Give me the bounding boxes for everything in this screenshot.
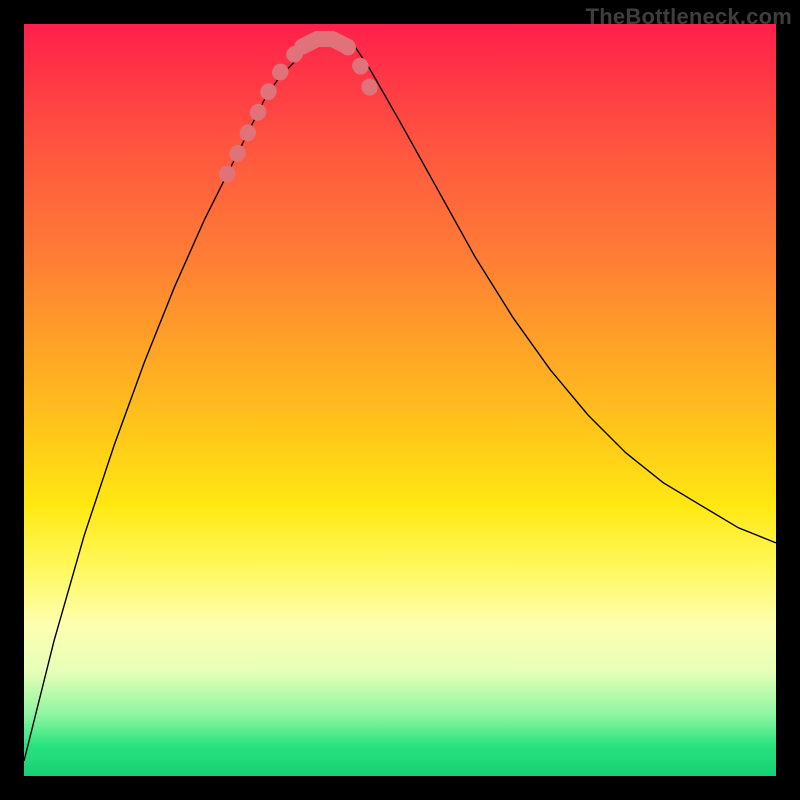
bottleneck-curve: [24, 39, 776, 761]
optimal-range-markers-right: [347, 47, 377, 107]
chart-frame: TheBottleneck.com: [0, 0, 800, 800]
plot-container: [24, 24, 776, 776]
chart-svg: [24, 24, 776, 776]
watermark-text: TheBottleneck.com: [586, 4, 792, 30]
